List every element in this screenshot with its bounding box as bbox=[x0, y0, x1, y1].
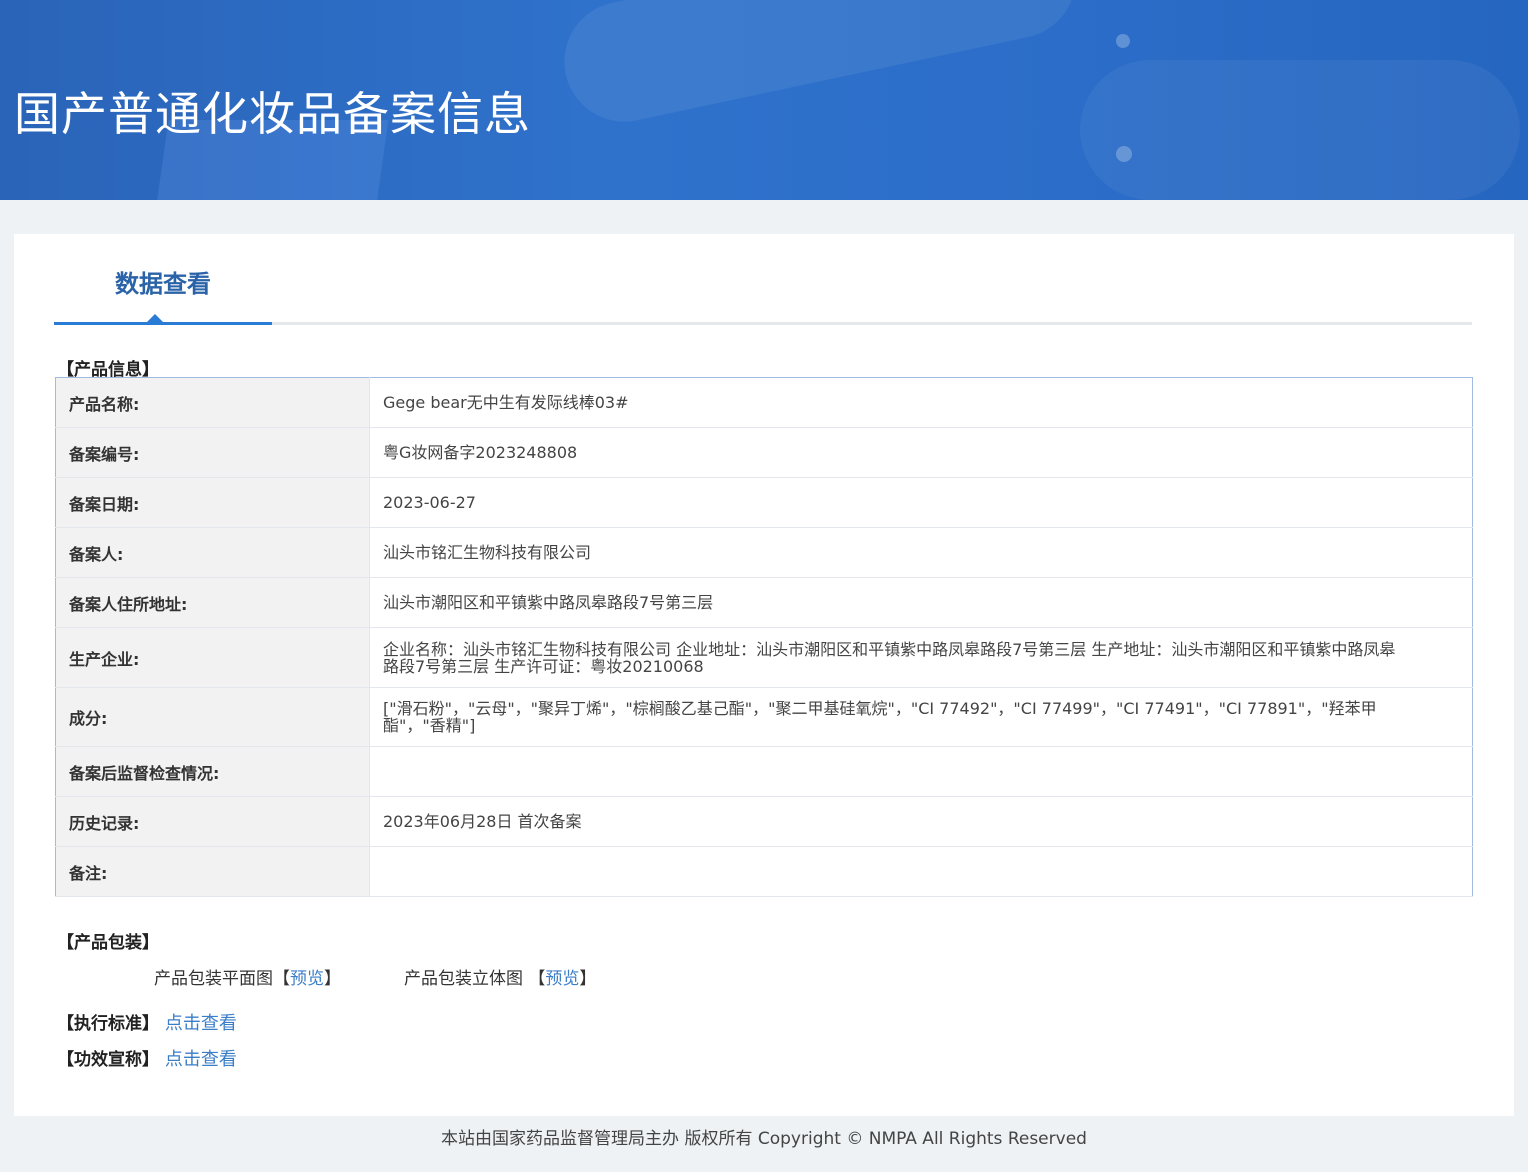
table-row: 备注: bbox=[55, 846, 1473, 897]
banner-decoration bbox=[553, 0, 1087, 133]
standard-view-link[interactable]: 点击查看 bbox=[165, 1013, 237, 1034]
row-label: 备案人: bbox=[55, 527, 370, 578]
product-info-table: 产品名称: Gege bear无中生有发际线棒03# 备案编号: 粤G妆网备字2… bbox=[55, 377, 1473, 897]
row-value: 粤G妆网备字2023248808 bbox=[369, 427, 1473, 478]
section-standard: 【执行标准】 点击查看 bbox=[57, 1009, 237, 1035]
table-row: 备案人住所地址: 汕头市潮阳区和平镇紫中路凤皋路段7号第三层 bbox=[55, 577, 1473, 628]
table-row: 产品名称: Gege bear无中生有发际线棒03# bbox=[55, 377, 1473, 428]
row-value: 2023-06-27 bbox=[369, 477, 1473, 528]
tab-label: 数据查看 bbox=[115, 270, 211, 298]
banner-dot bbox=[1116, 146, 1132, 162]
row-label: 备注: bbox=[55, 846, 370, 897]
packaging-stereo-preview-link[interactable]: 预览 bbox=[545, 969, 579, 989]
section-title-packaging: 【产品包装】 bbox=[57, 933, 159, 953]
row-label: 历史记录: bbox=[55, 796, 370, 847]
row-label: 备案编号: bbox=[55, 427, 370, 478]
row-value bbox=[369, 846, 1473, 897]
packaging-flat-preview-link[interactable]: 预览 bbox=[290, 969, 324, 989]
banner-dot bbox=[1116, 34, 1130, 48]
section-title-standard: 【执行标准】 bbox=[57, 1014, 159, 1034]
bracket-close: 】 bbox=[324, 969, 341, 989]
row-value: 企业名称：汕头市铭汇生物科技有限公司 企业地址：汕头市潮阳区和平镇紫中路凤皋路段… bbox=[369, 627, 1473, 688]
bracket-open: 【 bbox=[528, 969, 546, 989]
table-row: 备案人: 汕头市铭汇生物科技有限公司 bbox=[55, 527, 1473, 578]
tab-data-view[interactable]: 数据查看 bbox=[54, 234, 272, 325]
bracket-close: 】 bbox=[579, 969, 597, 989]
section-title-efficacy: 【功效宣称】 bbox=[57, 1050, 159, 1070]
row-value: 2023年06月28日 首次备案 bbox=[369, 796, 1473, 847]
header-banner: 国产普通化妆品备案信息 bbox=[0, 0, 1528, 200]
row-label: 成分: bbox=[55, 687, 370, 747]
tab-caret-icon bbox=[147, 314, 163, 322]
row-label: 产品名称: bbox=[55, 377, 370, 428]
table-row: 备案日期: 2023-06-27 bbox=[55, 477, 1473, 528]
efficacy-view-link[interactable]: 点击查看 bbox=[165, 1049, 237, 1070]
table-row: 备案后监督检查情况: bbox=[55, 746, 1473, 797]
row-label: 生产企业: bbox=[55, 627, 370, 688]
footer-copyright: 本站由国家药品监督管理局主办 版权所有 Copyright © NMPA All… bbox=[441, 1129, 1087, 1149]
packaging-stereo-label: 产品包装立体图 bbox=[404, 969, 529, 989]
row-value: Gege bear无中生有发际线棒03# bbox=[369, 377, 1473, 428]
row-value: 汕头市潮阳区和平镇紫中路凤皋路段7号第三层 bbox=[369, 577, 1473, 628]
banner-decoration bbox=[1080, 60, 1520, 200]
content-card: 数据查看 【产品信息】 产品名称: Gege bear无中生有发际线棒03# 备… bbox=[14, 234, 1514, 1116]
tab-bar: 数据查看 bbox=[54, 234, 1472, 325]
row-value: 汕头市铭汇生物科技有限公司 bbox=[369, 527, 1473, 578]
table-row: 历史记录: 2023年06月28日 首次备案 bbox=[55, 796, 1473, 847]
table-row: 成分: ["滑石粉"，"云母"，"聚异丁烯"，"棕榈酸乙基己酯"，"聚二甲基硅氧… bbox=[55, 687, 1473, 747]
row-label: 备案人住所地址: bbox=[55, 577, 370, 628]
row-label: 备案日期: bbox=[55, 477, 370, 528]
row-value: ["滑石粉"，"云母"，"聚异丁烯"，"棕榈酸乙基己酯"，"聚二甲基硅氧烷"，"… bbox=[369, 687, 1473, 747]
row-label: 备案后监督检查情况: bbox=[55, 746, 370, 797]
packaging-flat: 产品包装平面图【预览】 bbox=[154, 964, 341, 989]
packaging-flat-label: 产品包装平面图 bbox=[154, 969, 273, 989]
page-title: 国产普通化妆品备案信息 bbox=[14, 87, 531, 141]
packaging-stereo: 产品包装立体图 【预览】 bbox=[404, 964, 596, 989]
bracket-open: 【 bbox=[273, 969, 290, 989]
table-row: 备案编号: 粤G妆网备字2023248808 bbox=[55, 427, 1473, 478]
section-efficacy: 【功效宣称】 点击查看 bbox=[57, 1045, 237, 1071]
row-value bbox=[369, 746, 1473, 797]
table-row: 生产企业: 企业名称：汕头市铭汇生物科技有限公司 企业地址：汕头市潮阳区和平镇紫… bbox=[55, 627, 1473, 688]
